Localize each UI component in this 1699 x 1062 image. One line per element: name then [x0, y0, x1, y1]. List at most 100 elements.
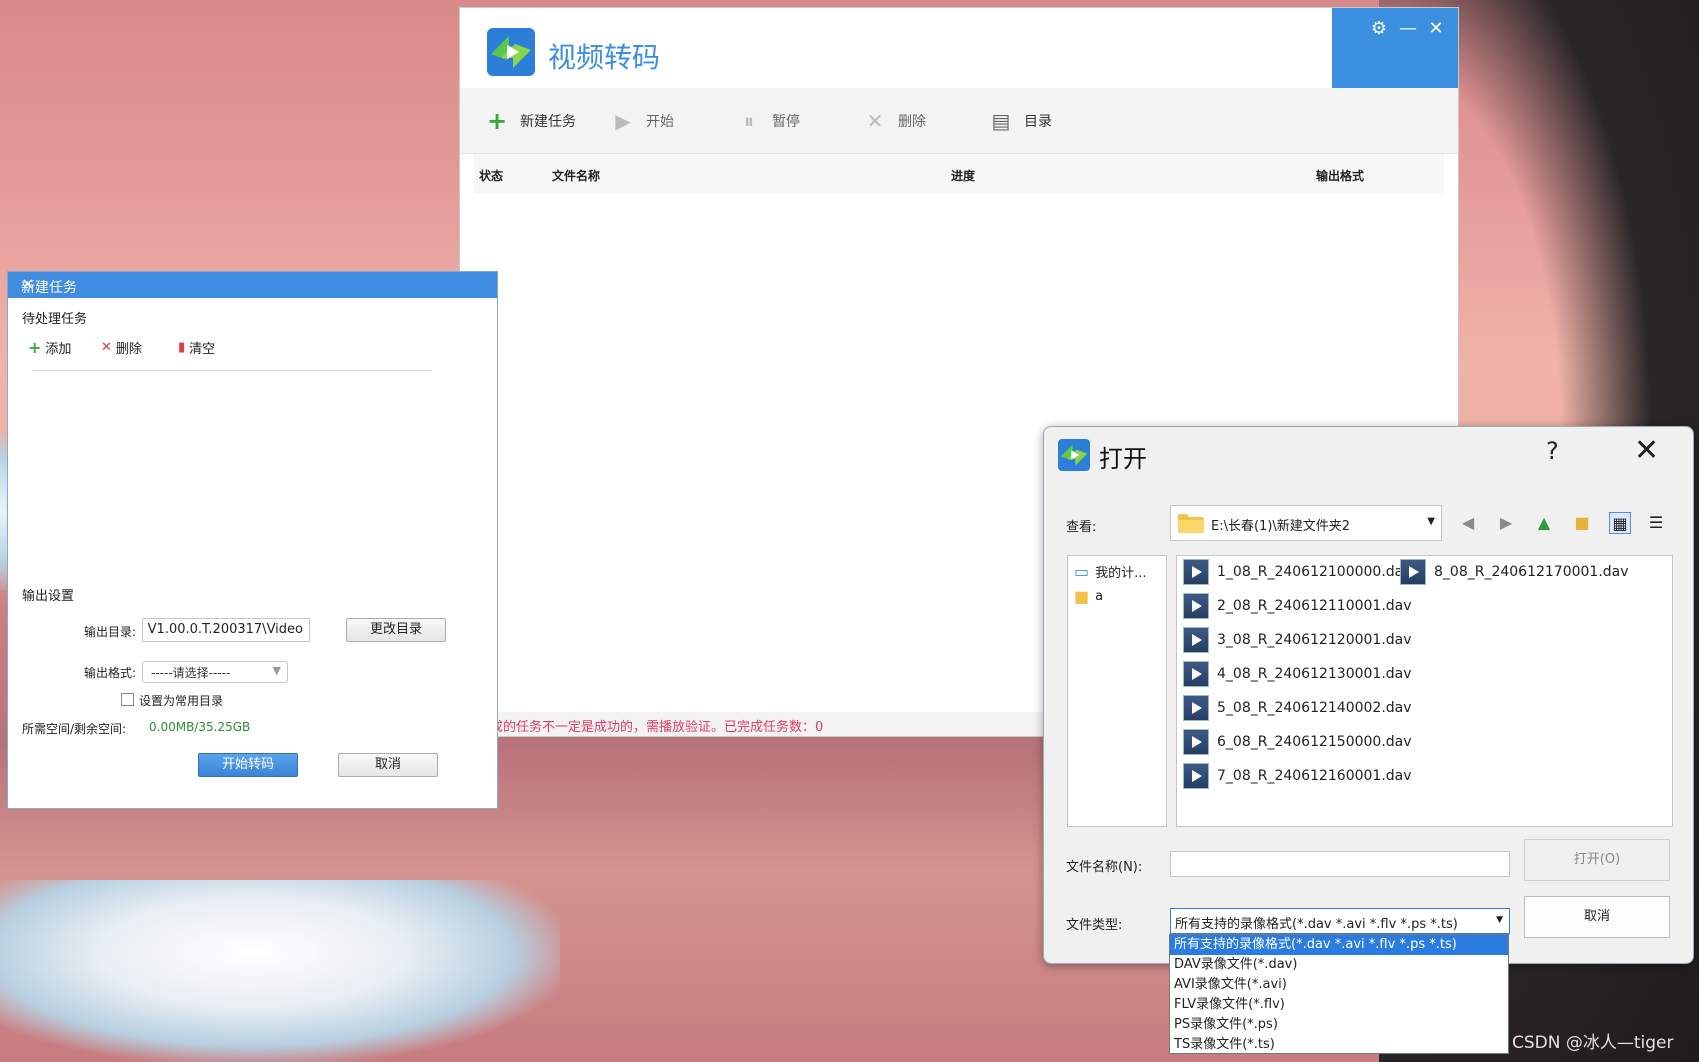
add-button[interactable]: + 添加	[28, 338, 71, 357]
plus-icon: +	[28, 338, 42, 357]
new-folder-icon[interactable]: ■	[1571, 512, 1593, 534]
file-name-input[interactable]	[1170, 851, 1510, 877]
video-file-icon	[1183, 695, 1209, 721]
app-logo-icon	[1058, 439, 1090, 471]
file-type-select[interactable]: 所有支持的录像格式(*.dav *.avi *.flv *.ps *.ts) ▼	[1170, 908, 1510, 934]
folder-icon: ■	[1074, 587, 1090, 606]
pause-button[interactable]: ⏸ 暂停	[738, 88, 800, 153]
detail-view-icon[interactable]: ☰	[1645, 512, 1667, 534]
pending-tasks-label: 待处理任务	[22, 312, 88, 327]
pause-icon: ⏸	[744, 108, 754, 133]
col-status[interactable]: 状态	[479, 167, 503, 184]
output-settings-label: 输出设置	[22, 589, 75, 604]
sidebar-pane: ▭ 我的计... ■ a	[1067, 555, 1167, 827]
output-dir-input[interactable]: V1.00.0.T.200317\Video	[142, 618, 310, 642]
start-button[interactable]: ▶ 开始	[612, 88, 674, 153]
open-button[interactable]: 打开(O)	[1524, 839, 1670, 881]
space-label: 所需空间/剩余空间:	[22, 722, 127, 736]
app-title: 视频转码	[548, 41, 661, 74]
file-item[interactable]: 5_08_R_240612140002.dav	[1183, 695, 1412, 721]
file-item[interactable]: 4_08_R_240612130001.dav	[1183, 661, 1412, 687]
add-label: 添加	[45, 342, 72, 357]
delete-x-icon: ✕	[101, 340, 112, 355]
file-type-option[interactable]: TS录像文件(*.ts)	[1170, 1035, 1508, 1055]
change-dir-button[interactable]: 更改目录	[346, 618, 446, 642]
video-file-icon	[1183, 627, 1209, 653]
file-type-option[interactable]: DAV录像文件(*.dav)	[1170, 955, 1508, 975]
chevron-down-icon: ▼	[1496, 915, 1503, 925]
col-progress[interactable]: 进度	[951, 167, 975, 184]
file-type-dropdown: 所有支持的录像格式(*.dav *.avi *.flv *.ps *.ts) D…	[1169, 934, 1509, 1054]
delete-label: 删除	[898, 113, 926, 130]
list-view-icon[interactable]: ▦	[1609, 512, 1631, 534]
desktop-background-ice	[0, 880, 560, 1062]
sidebar-item-label: 我的计...	[1095, 566, 1147, 581]
look-in-path: E:\长春(1)\新建文件夹2	[1211, 519, 1351, 534]
grid-header: 状态 文件名称 进度 输出格式	[474, 154, 1444, 194]
file-item[interactable]: 7_08_R_240612160001.dav	[1183, 763, 1412, 789]
file-item[interactable]: 3_08_R_240612120001.dav	[1183, 627, 1412, 653]
start-label: 开始	[646, 113, 674, 130]
file-name: 2_08_R_240612110001.dav	[1217, 598, 1412, 614]
document-icon: ▤	[991, 108, 1011, 133]
chevron-down-icon: ▼	[1427, 516, 1435, 527]
sidebar-item-folder-a[interactable]: ■ a	[1074, 587, 1103, 606]
open-file-dialog: 打开 ? ✕ 查看: E:\长春(1)\新建文件夹2 ▼ ◀ ▶ ▲ ■ ▦ ☰…	[1043, 426, 1694, 964]
output-format-select[interactable]: -----请选择----- ▼	[142, 661, 288, 683]
pending-task-list[interactable]	[32, 370, 432, 571]
header-accent: ⚙ — ✕	[1332, 8, 1458, 88]
file-item[interactable]: 6_08_R_240612150000.dav	[1183, 729, 1412, 755]
forward-icon[interactable]: ▶	[1495, 512, 1517, 534]
file-name: 4_08_R_240612130001.dav	[1217, 666, 1412, 682]
sidebar-item-computer[interactable]: ▭ 我的计...	[1074, 562, 1147, 581]
help-icon[interactable]: ?	[1546, 437, 1559, 465]
file-type-option[interactable]: 所有支持的录像格式(*.dav *.avi *.flv *.ps *.ts)	[1170, 935, 1508, 955]
common-dir-checkbox[interactable]	[121, 693, 134, 706]
cancel-button[interactable]: 取消	[338, 753, 438, 777]
clear-label: 清空	[189, 342, 216, 357]
cancel-button[interactable]: 取消	[1524, 896, 1670, 938]
computer-icon: ▭	[1074, 562, 1090, 581]
chevron-down-icon: ▼	[272, 664, 281, 677]
open-dialog-title: 打开	[1099, 445, 1147, 473]
new-task-button[interactable]: + 新建任务	[486, 88, 576, 153]
close-icon[interactable]: ✕	[1634, 433, 1659, 468]
status-message: 成的任务不一定是成功的，需播放验证。已完成任务数：0	[490, 720, 824, 735]
pause-label: 暂停	[772, 113, 800, 130]
file-name: 6_08_R_240612150000.dav	[1217, 734, 1412, 750]
back-icon[interactable]: ◀	[1457, 512, 1479, 534]
minimize-icon[interactable]: —	[1397, 18, 1419, 39]
video-file-icon	[1400, 559, 1426, 585]
output-format-value: -----请选择-----	[151, 666, 231, 680]
col-output-format[interactable]: 输出格式	[1316, 167, 1364, 184]
file-type-option[interactable]: FLV录像文件(*.flv)	[1170, 995, 1508, 1015]
directory-button[interactable]: ▤ 目录	[990, 88, 1052, 153]
delete-button[interactable]: ✕ 删除	[101, 338, 142, 357]
close-icon[interactable]: ×	[21, 274, 489, 293]
video-file-icon	[1183, 661, 1209, 687]
file-type-option[interactable]: PS录像文件(*.ps)	[1170, 1015, 1508, 1035]
up-folder-icon[interactable]: ▲	[1533, 512, 1555, 534]
close-icon[interactable]: ✕	[1425, 18, 1447, 39]
file-item[interactable]: 1_08_R_240612100000.dav	[1183, 559, 1412, 585]
file-list: 1_08_R_240612100000.dav 2_08_R_240612110…	[1176, 555, 1673, 827]
play-icon: ▶	[615, 108, 631, 133]
look-in-combo[interactable]: E:\长春(1)\新建文件夹2 ▼	[1170, 505, 1442, 541]
delete-x-icon: ✕	[866, 108, 884, 133]
common-dir-label: 设置为常用目录	[139, 694, 224, 708]
sidebar-item-label: a	[1095, 589, 1104, 604]
video-file-icon	[1183, 559, 1209, 585]
space-value: 0.00MB/35.25GB	[149, 720, 251, 734]
file-item[interactable]: 8_08_R_240612170001.dav	[1400, 559, 1629, 585]
delete-button[interactable]: ✕ 删除	[864, 88, 926, 153]
clear-button[interactable]: ▮ 清空	[178, 338, 215, 357]
file-type-option[interactable]: AVI录像文件(*.avi)	[1170, 975, 1508, 995]
start-transcode-button[interactable]: 开始转码	[198, 753, 298, 777]
file-item[interactable]: 2_08_R_240612110001.dav	[1183, 593, 1412, 619]
file-type-label: 文件类型:	[1066, 918, 1123, 933]
gear-icon[interactable]: ⚙	[1368, 18, 1390, 39]
main-header: 视频转码 ⚙ — ✕	[460, 8, 1458, 88]
trash-icon: ▮	[178, 340, 186, 355]
file-name: 3_08_R_240612120001.dav	[1217, 632, 1412, 648]
col-file-name[interactable]: 文件名称	[552, 167, 600, 184]
